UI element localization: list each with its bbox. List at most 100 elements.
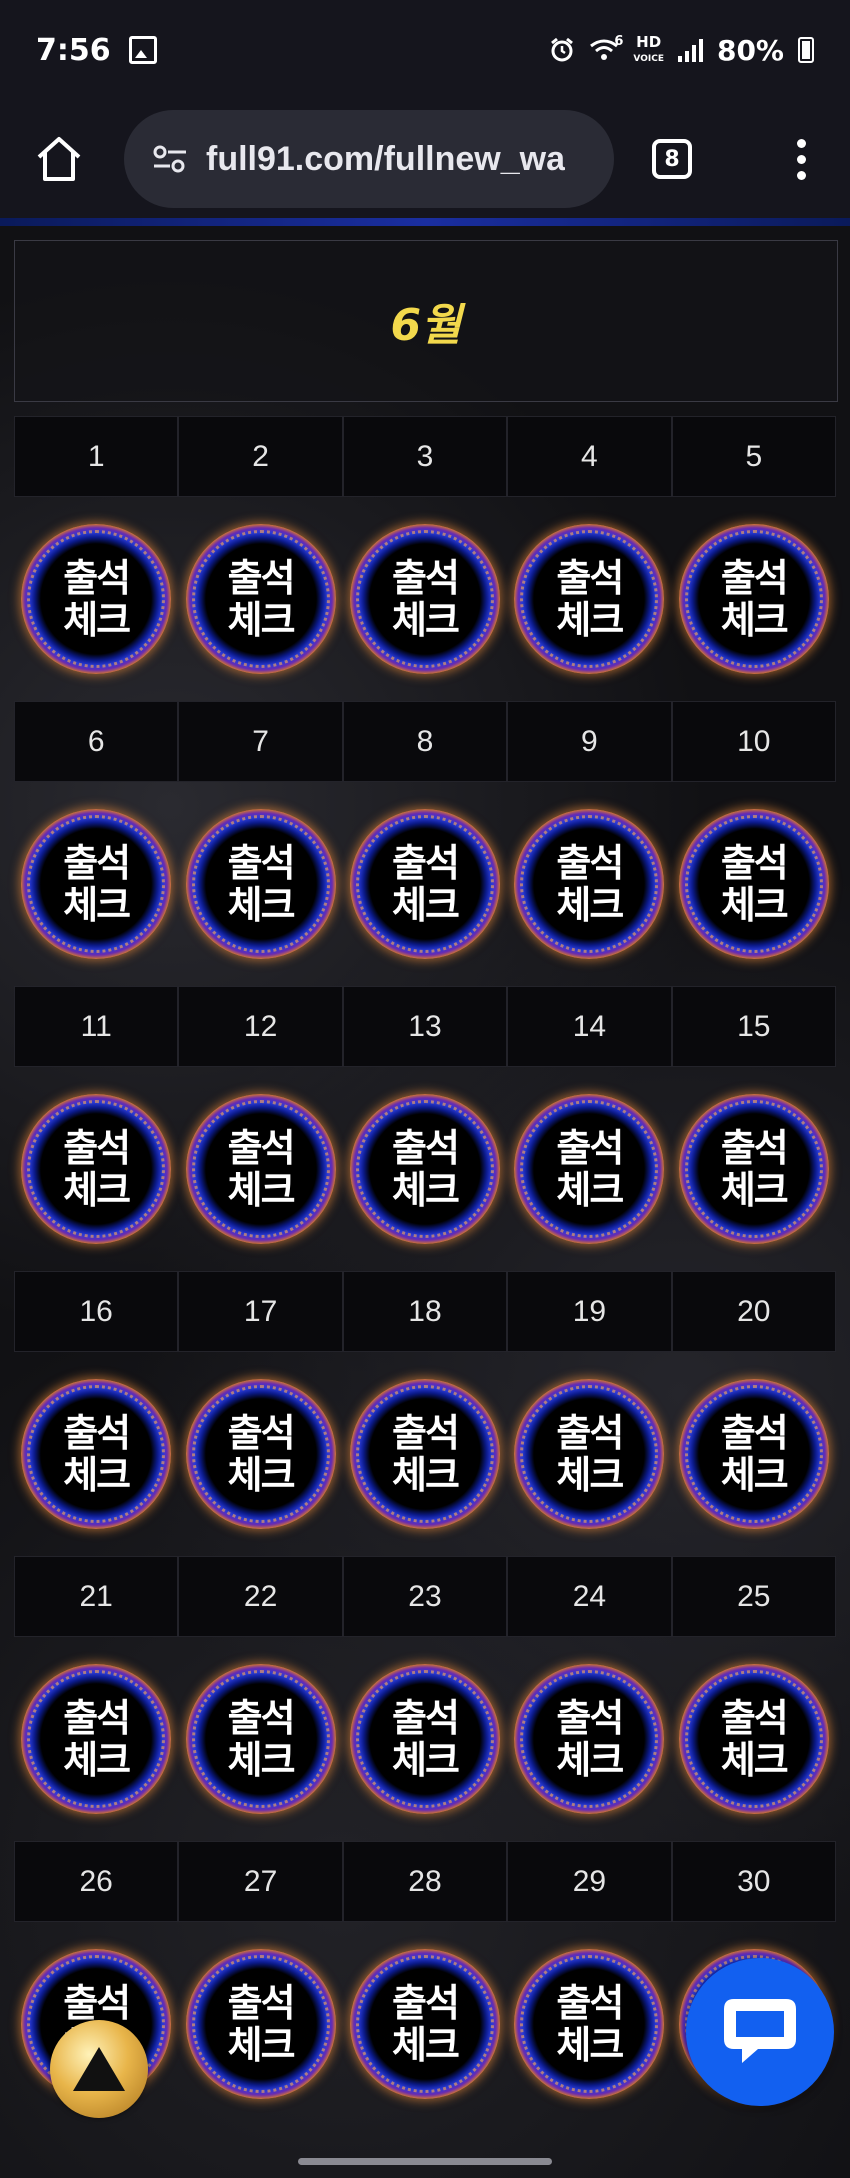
tune-icon[interactable] <box>152 144 188 174</box>
attendance-check-stamp[interactable]: 출석 체크 <box>185 809 336 959</box>
stamp-area: 출석 체크 <box>343 1637 507 1841</box>
calendar-day-cell: 12 출석 체크 <box>178 986 343 1271</box>
stamp-area: 출석 체크 <box>178 1067 342 1271</box>
stamp-area: 출석 체크 <box>672 782 836 986</box>
attendance-check-stamp[interactable]: 출석 체크 <box>185 524 336 674</box>
day-number: 3 <box>342 416 508 497</box>
day-number: 12 <box>178 986 343 1067</box>
attendance-check-stamp[interactable]: 출석 체크 <box>678 524 829 674</box>
attendance-check-stamp[interactable]: 출석 체크 <box>514 1094 665 1244</box>
stamp-label: 출석 체크 <box>227 556 296 642</box>
attendance-check-stamp[interactable]: 출석 체크 <box>21 809 172 959</box>
day-number: 1 <box>14 416 179 497</box>
live-chat-button[interactable] <box>686 1958 834 2106</box>
stamp-area: 출석 체크 <box>507 1637 671 1841</box>
attendance-check-stamp[interactable]: 출석 체크 <box>514 1379 665 1529</box>
stamp-area: 출석 체크 <box>178 497 342 701</box>
attendance-check-stamp[interactable]: 출석 체크 <box>21 524 172 674</box>
stamp-area: 출석 체크 <box>672 1637 836 1841</box>
attendance-check-stamp[interactable]: 출석 체크 <box>514 1664 665 1814</box>
attendance-check-stamp[interactable]: 출석 체크 <box>514 809 665 959</box>
calendar-day-cell: 17 출석 체크 <box>178 1271 343 1556</box>
month-header: 6월 <box>14 240 838 402</box>
stamp-label: 출석 체크 <box>556 841 624 927</box>
calendar-day-cell: 24 출석 체크 <box>507 1556 672 1841</box>
gesture-nav-handle <box>298 2158 552 2165</box>
attendance-check-stamp[interactable]: 출석 체크 <box>349 809 500 959</box>
network-type: HD VOICE <box>633 34 664 66</box>
home-button[interactable] <box>26 126 92 192</box>
stamp-area: 출석 체크 <box>178 1637 342 1841</box>
stamp-label: 출석 체크 <box>720 556 789 642</box>
stamp-label: 출석 체크 <box>720 1411 789 1497</box>
stamp-area: 출석 체크 <box>343 497 507 701</box>
tabs-button[interactable]: 8 <box>652 139 692 179</box>
stamp-area: 출석 체크 <box>507 1922 671 2126</box>
attendance-check-stamp[interactable]: 출석 체크 <box>678 1379 829 1529</box>
stamp-area: 출석 체크 <box>343 1067 507 1271</box>
status-indicators: 6 HD VOICE 80% <box>549 34 814 67</box>
attendance-check-stamp[interactable]: 출석 체크 <box>349 524 500 674</box>
calendar-day-cell: 10 출석 체크 <box>671 701 836 986</box>
day-number: 4 <box>507 416 672 497</box>
attendance-check-stamp[interactable]: 출석 체크 <box>185 1949 336 2099</box>
calendar-day-cell: 15 출석 체크 <box>671 986 836 1271</box>
day-number: 24 <box>507 1556 672 1637</box>
calendar-day-cell: 25 출석 체크 <box>671 1556 836 1841</box>
day-number: 23 <box>342 1556 508 1637</box>
stamp-label: 출석 체크 <box>556 556 624 642</box>
attendance-check-stamp[interactable]: 출석 체크 <box>21 1664 172 1814</box>
address-bar[interactable]: full91.com/fullnew_wa <box>124 110 614 208</box>
calendar-day-cell: 11 출석 체크 <box>14 986 179 1271</box>
stamp-label: 출석 체크 <box>63 1411 131 1497</box>
attendance-check-stamp[interactable]: 출석 체크 <box>514 524 665 674</box>
stamp-label: 출석 체크 <box>392 1411 460 1497</box>
stamp-area: 출석 체크 <box>672 1067 836 1271</box>
stamp-label: 출석 체크 <box>720 1696 789 1782</box>
status-bar: 7:56 6 HD VOICE 80% <box>0 0 850 100</box>
stamp-label: 출석 체크 <box>392 1696 460 1782</box>
calendar-day-cell: 1 출석 체크 <box>14 416 179 701</box>
attendance-check-stamp[interactable]: 출석 체크 <box>349 1664 500 1814</box>
stamp-label: 출석 체크 <box>556 1696 624 1782</box>
calendar-day-cell: 21 출석 체크 <box>14 1556 179 1841</box>
day-number: 18 <box>342 1271 508 1352</box>
url-text: full91.com/fullnew_wa <box>206 139 565 178</box>
calendar-day-cell: 4 출석 체크 <box>507 416 672 701</box>
attendance-check-stamp[interactable]: 출석 체크 <box>185 1664 336 1814</box>
more-vert-icon <box>797 138 806 148</box>
attendance-check-stamp[interactable]: 출석 체크 <box>21 1094 172 1244</box>
stamp-area: 출석 체크 <box>14 1067 178 1271</box>
calendar-day-cell: 3 출석 체크 <box>342 416 508 701</box>
attendance-check-stamp[interactable]: 출석 체크 <box>349 1379 500 1529</box>
stamp-area: 출석 체크 <box>507 1352 671 1556</box>
attendance-check-stamp[interactable]: 출석 체크 <box>678 1094 829 1244</box>
wifi-number: 6 <box>614 34 624 49</box>
attendance-check-stamp[interactable]: 출석 체크 <box>514 1949 665 2099</box>
calendar-day-cell: 28 출석 체크 <box>342 1841 508 2126</box>
calendar-day-cell: 5 출석 체크 <box>671 416 836 701</box>
attendance-check-stamp[interactable]: 출석 체크 <box>21 1379 172 1529</box>
day-number: 2 <box>178 416 343 497</box>
image-notification-icon <box>128 36 157 64</box>
attendance-check-stamp[interactable]: 출석 체크 <box>678 809 829 959</box>
stamp-area: 출석 체크 <box>14 1352 178 1556</box>
signal-strength-icon <box>677 38 703 62</box>
scroll-to-top-button[interactable] <box>50 2020 148 2118</box>
more-menu-button[interactable] <box>787 129 816 190</box>
attendance-check-stamp[interactable]: 출석 체크 <box>349 1094 500 1244</box>
day-number: 26 <box>14 1841 179 1922</box>
attendance-check-stamp[interactable]: 출석 체크 <box>185 1379 336 1529</box>
triangle-up-icon <box>73 2047 125 2091</box>
attendance-check-stamp[interactable]: 출석 체크 <box>185 1094 336 1244</box>
day-number: 15 <box>671 986 836 1067</box>
calendar-day-cell: 22 출석 체크 <box>178 1556 343 1841</box>
stamp-area: 출석 체크 <box>343 1352 507 1556</box>
chat-bubble-icon <box>724 1999 796 2063</box>
wifi-indicator: 6 <box>589 34 623 62</box>
attendance-check-stamp[interactable]: 출석 체크 <box>678 1664 829 1814</box>
attendance-check-stamp[interactable]: 출석 체크 <box>349 1949 500 2099</box>
calendar-day-cell: 16 출석 체크 <box>14 1271 179 1556</box>
day-number: 9 <box>507 701 672 782</box>
day-number: 7 <box>178 701 343 782</box>
